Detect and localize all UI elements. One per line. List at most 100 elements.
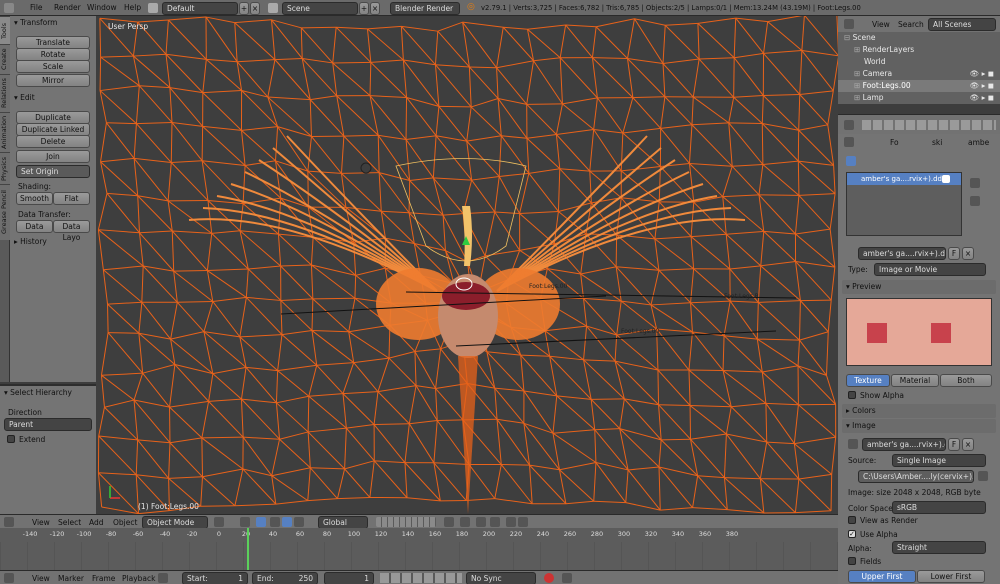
current-frame-field[interactable]: 1 (324, 572, 374, 584)
tab-physics[interactable]: Physics (0, 152, 10, 184)
select-menu[interactable]: Select (58, 518, 81, 527)
snap-target-icon[interactable] (490, 517, 500, 527)
keying-set-icon[interactable] (562, 573, 572, 583)
unlink-texture-button[interactable]: × (962, 247, 974, 260)
rotate-manipulator-icon[interactable] (282, 517, 292, 527)
extend-checkbox[interactable] (7, 435, 15, 443)
transform-panel-header[interactable]: ▾ Transform (10, 17, 96, 29)
layout-select[interactable]: Default (162, 2, 238, 15)
color-space-select[interactable]: sRGB (892, 501, 986, 514)
image-source-select[interactable]: Single Image (892, 454, 986, 467)
translate-manipulator-icon[interactable] (270, 517, 280, 527)
end-frame-field[interactable]: End: 250 (252, 572, 318, 584)
snap-icon[interactable] (476, 517, 486, 527)
texture-type-icon[interactable] (846, 156, 856, 166)
flat-button[interactable]: Flat (53, 192, 90, 205)
sync-mode-select[interactable]: No Sync (466, 572, 536, 584)
view-as-render-checkbox[interactable] (848, 516, 856, 524)
data-layout-button[interactable]: Data Layo (53, 220, 90, 242)
remove-layout-button[interactable]: × (250, 2, 260, 15)
add-menu[interactable]: Add (89, 518, 104, 527)
outliner-row-scene[interactable]: ⊟ Scene (838, 32, 1000, 44)
scene-select[interactable]: Scene (282, 2, 358, 15)
marker-menu[interactable]: Marker (58, 574, 84, 583)
3d-cursor-icon[interactable] (360, 162, 372, 174)
lower-first-button[interactable]: Lower First (917, 570, 985, 583)
frame-menu[interactable]: Frame (92, 574, 115, 583)
breadcrumb-object[interactable]: Fo (890, 138, 899, 147)
texture-name-field[interactable]: amber's ga....rvix+).dds (858, 247, 946, 260)
preview-material-tab[interactable]: Material (891, 374, 939, 387)
fake-user-button[interactable]: F (948, 247, 960, 260)
smooth-button[interactable]: Smooth (16, 192, 53, 205)
menu-help[interactable]: Help (124, 3, 141, 12)
outliner-display-select[interactable]: All Scenes (928, 18, 996, 31)
breadcrumb-texture[interactable]: ambe (968, 138, 989, 147)
outliner-search-menu[interactable]: Search (898, 20, 924, 29)
render-preview-icon[interactable] (506, 517, 516, 527)
layers-icon[interactable] (376, 517, 436, 527)
preview-range-icon[interactable] (158, 573, 168, 583)
unlink-image-button[interactable]: × (962, 438, 974, 451)
render-engine-select[interactable]: Blender Render (390, 2, 460, 15)
show-alpha-checkbox[interactable] (848, 391, 856, 399)
tab-create[interactable]: Create (0, 44, 10, 74)
breadcrumb-material[interactable]: ski (932, 138, 942, 147)
select-hierarchy-header[interactable]: ▾ Select Hierarchy (0, 387, 96, 399)
fields-checkbox[interactable] (848, 557, 856, 565)
preview-both-tab[interactable]: Both (940, 374, 992, 387)
outliner-view-menu[interactable]: View (872, 20, 890, 29)
upper-first-button[interactable]: Upper First (848, 570, 916, 583)
timeline-editor-icon[interactable] (4, 573, 14, 583)
manipulator-icon[interactable] (256, 517, 266, 527)
image-name-field[interactable]: amber's ga....rvix+).dds (862, 438, 946, 451)
image-browse-icon[interactable] (848, 439, 858, 449)
texture-slot-checkbox[interactable] (942, 175, 950, 183)
add-layout-button[interactable]: + (239, 2, 249, 15)
outliner-editor-icon[interactable] (844, 19, 854, 29)
3d-viewport[interactable]: User Persp Foot:Legs.00 Foot:Legs.R Foot… (96, 16, 838, 514)
texture-type-select[interactable]: Image or Movie (874, 263, 986, 276)
edit-panel-header[interactable]: ▾ Edit (10, 92, 96, 104)
scale-button[interactable]: Scale (16, 60, 90, 73)
current-frame-indicator[interactable] (247, 528, 249, 570)
view-menu[interactable]: View (32, 518, 50, 527)
tab-animation[interactable]: Animation (0, 112, 10, 152)
editor-type-icon[interactable] (4, 517, 14, 527)
timeline[interactable]: -140 -120 -100 -80 -60 -40 -20 0 20 40 60 80 100 120 1… (0, 528, 838, 570)
outliner-row-camera[interactable]: ⊞ Camera 👁 ▸ ◼ (838, 68, 1000, 80)
pin-icon[interactable] (844, 137, 854, 147)
menu-render[interactable]: Render (54, 3, 81, 12)
add-scene-button[interactable]: + (359, 2, 369, 15)
outliner-row-foot-legs[interactable]: ⊞ Foot:Legs.00 👁 ▸ ◼ (838, 80, 1000, 92)
playback-menu[interactable]: Playback (122, 574, 155, 583)
foot-legs-visibility-icon[interactable]: 👁 ▸ ◼ (970, 80, 994, 92)
alpha-mode-select[interactable]: Straight (892, 541, 986, 554)
pivot-icon[interactable] (240, 517, 250, 527)
proportional-edit-icon[interactable] (460, 517, 470, 527)
image-filepath-field[interactable]: C:\Users\Amber....ly(cervix+).dds (858, 470, 974, 483)
move-slot-down-icon[interactable] (970, 196, 980, 206)
outliner-row-lamp[interactable]: ⊞ Lamp 👁 ▸ ◼ (838, 92, 1000, 104)
data-button[interactable]: Data (16, 220, 53, 233)
tab-grease-pencil[interactable]: Grease Pencil (0, 184, 10, 240)
history-panel-header[interactable]: ▸ History (10, 236, 96, 248)
playback-controls[interactable] (380, 573, 462, 583)
direction-select[interactable]: Parent (4, 418, 92, 431)
outliner-row-world[interactable]: World (838, 56, 1000, 68)
set-origin-dropdown[interactable]: Set Origin (16, 165, 90, 178)
move-slot-up-icon[interactable] (970, 178, 980, 188)
join-button[interactable]: Join (16, 150, 90, 163)
start-frame-field[interactable]: Start: 1 (182, 572, 248, 584)
scene-icon[interactable] (268, 3, 278, 13)
lamp-visibility-icon[interactable]: 👁 ▸ ◼ (970, 92, 994, 104)
menu-window[interactable]: Window (87, 3, 117, 12)
record-icon[interactable] (544, 573, 554, 583)
viewport-shading-icon[interactable] (214, 517, 224, 527)
image-panel-header[interactable]: ▾ Image (842, 419, 996, 433)
outliner-row-renderlayers[interactable]: ⊞ RenderLayers (838, 44, 1000, 56)
colors-panel-header[interactable]: ▸ Colors (842, 404, 996, 418)
preview-panel-header[interactable]: ▾ Preview (842, 280, 996, 294)
remove-scene-button[interactable]: × (370, 2, 380, 15)
menu-file[interactable]: File (30, 3, 43, 12)
